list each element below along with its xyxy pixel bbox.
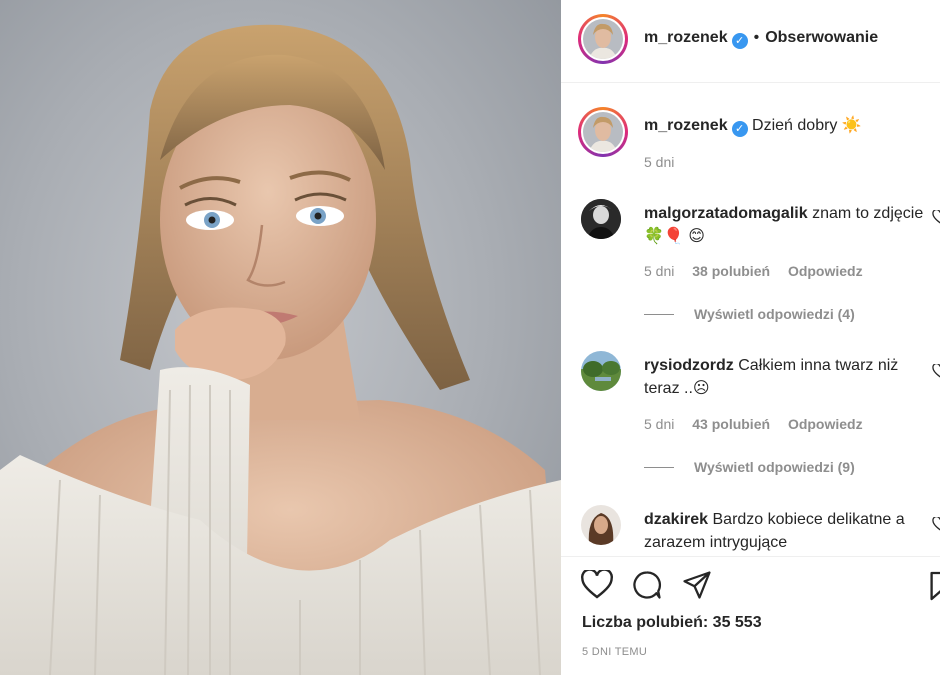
sun-emoji: ☀️ <box>841 117 862 134</box>
comment-avatar[interactable] <box>581 199 621 239</box>
comment-3: dzakirek Bardzo kobiece delikatne a zara… <box>644 508 934 554</box>
heart-icon[interactable] <box>581 568 613 605</box>
caption-time: 5 dni <box>644 154 675 170</box>
replies-line <box>644 313 674 315</box>
action-bar <box>581 568 713 605</box>
comment-1-time: 5 dni <box>644 263 675 279</box>
caption-avatar[interactable] <box>578 107 628 157</box>
comment-2: rysiodzordz Całkiem inna twarz niż teraz… <box>644 354 934 400</box>
comment-like-icon[interactable] <box>928 517 940 531</box>
avatar-image <box>581 199 621 239</box>
comment-2-view-replies-label[interactable]: Wyświetl odpowiedzi (9) <box>694 459 855 475</box>
caption-username[interactable]: m_rozenek <box>644 117 728 134</box>
portrait-illustration <box>0 24 561 675</box>
comment-icon[interactable] <box>631 570 663 605</box>
actions-divider <box>561 556 940 557</box>
post-photo <box>0 0 561 675</box>
header-user-row: m_rozenek ✓ • Obserwowanie <box>644 29 878 49</box>
comment-2-meta: 5 dni 43 polubień Odpowiedz <box>644 416 877 432</box>
separator-dot: • <box>753 29 760 46</box>
header-avatar[interactable] <box>578 14 628 64</box>
bookmark-icon[interactable] <box>929 570 940 607</box>
caption-body: Dzień dobry <box>752 117 838 134</box>
caption-meta: 5 dni <box>644 154 688 170</box>
replies-line <box>644 466 674 468</box>
comment-like-icon[interactable] <box>928 210 940 224</box>
comment-2-username[interactable]: rysiodzordz <box>644 357 734 374</box>
comment-2-view-replies[interactable]: Wyświetl odpowiedzi (9) <box>644 459 855 475</box>
comment-1-view-replies-label[interactable]: Wyświetl odpowiedzi (4) <box>694 306 855 322</box>
follow-button[interactable]: Obserwowanie <box>765 29 878 46</box>
comment-1-reply-button[interactable]: Odpowiedz <box>788 263 863 279</box>
avatar-image <box>583 19 623 59</box>
comment-2-time: 5 dni <box>644 416 675 432</box>
caption-text: m_rozenek ✓ Dzień dobry ☀️ <box>644 114 934 137</box>
share-icon[interactable] <box>681 570 713 605</box>
comment-1: malgorzatadomagalik znam to zdjęcie 🍀🎈 😊 <box>644 202 934 248</box>
comment-1-meta: 5 dni 38 polubień Odpowiedz <box>644 263 877 279</box>
comment-1-username[interactable]: malgorzatadomagalik <box>644 205 808 222</box>
verified-badge-icon: ✓ <box>731 33 748 49</box>
comment-2-likes[interactable]: 43 polubień <box>692 416 770 432</box>
header-username[interactable]: m_rozenek <box>644 29 728 46</box>
comment-3-username[interactable]: dzakirek <box>644 511 708 528</box>
comment-avatar[interactable] <box>581 505 621 545</box>
avatar-image <box>581 351 621 391</box>
avatar-image <box>583 112 623 152</box>
likes-count[interactable]: Liczba polubień: 35 553 <box>582 614 762 632</box>
comment-2-reply-button[interactable]: Odpowiedz <box>788 416 863 432</box>
post-side-panel: m_rozenek ✓ • Obserwowanie m_rozenek ✓ Dzień… <box>561 0 940 675</box>
avatar-image <box>581 505 621 545</box>
comment-like-icon[interactable] <box>928 364 940 378</box>
header-divider <box>561 82 940 83</box>
comment-1-likes[interactable]: 38 polubień <box>692 263 770 279</box>
comment-1-view-replies[interactable]: Wyświetl odpowiedzi (4) <box>644 306 855 322</box>
post-timestamp: 5 DNI TEMU <box>582 646 648 658</box>
comment-avatar[interactable] <box>581 351 621 391</box>
verified-badge-icon: ✓ <box>731 121 748 137</box>
